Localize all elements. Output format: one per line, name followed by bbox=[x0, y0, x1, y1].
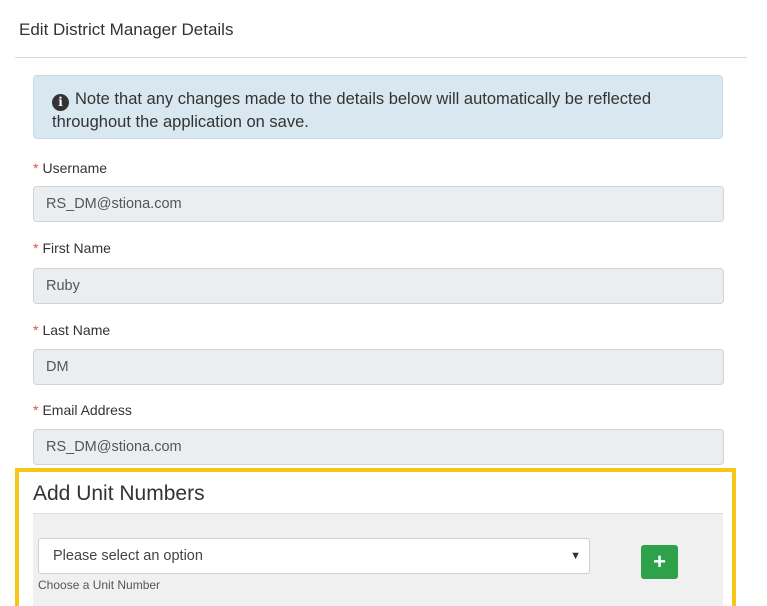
required-marker: * bbox=[33, 402, 39, 418]
alert-text: Note that any changes made to the detail… bbox=[52, 90, 651, 131]
email-label: * Email Address bbox=[33, 402, 132, 418]
required-marker: * bbox=[33, 240, 39, 256]
username-label: * Username bbox=[33, 160, 108, 176]
page-title: Edit District Manager Details bbox=[19, 20, 234, 39]
first-name-field[interactable]: Ruby bbox=[33, 268, 724, 304]
highlight-frame bbox=[15, 468, 736, 606]
last-name-label: * Last Name bbox=[33, 322, 111, 338]
header-divider bbox=[15, 57, 747, 58]
info-alert: i Note that any changes made to the detai… bbox=[33, 75, 723, 139]
first-name-label: * First Name bbox=[33, 240, 111, 256]
required-marker: * bbox=[33, 322, 39, 338]
email-field[interactable]: RS_DM@stiona.com bbox=[33, 429, 724, 465]
page: Edit District Manager Details i Note that… bbox=[0, 0, 767, 606]
last-name-field[interactable]: DM bbox=[33, 349, 724, 385]
username-field[interactable]: RS_DM@stiona.com bbox=[33, 186, 724, 222]
info-circle-icon: i bbox=[52, 94, 69, 111]
required-marker: * bbox=[33, 160, 39, 176]
